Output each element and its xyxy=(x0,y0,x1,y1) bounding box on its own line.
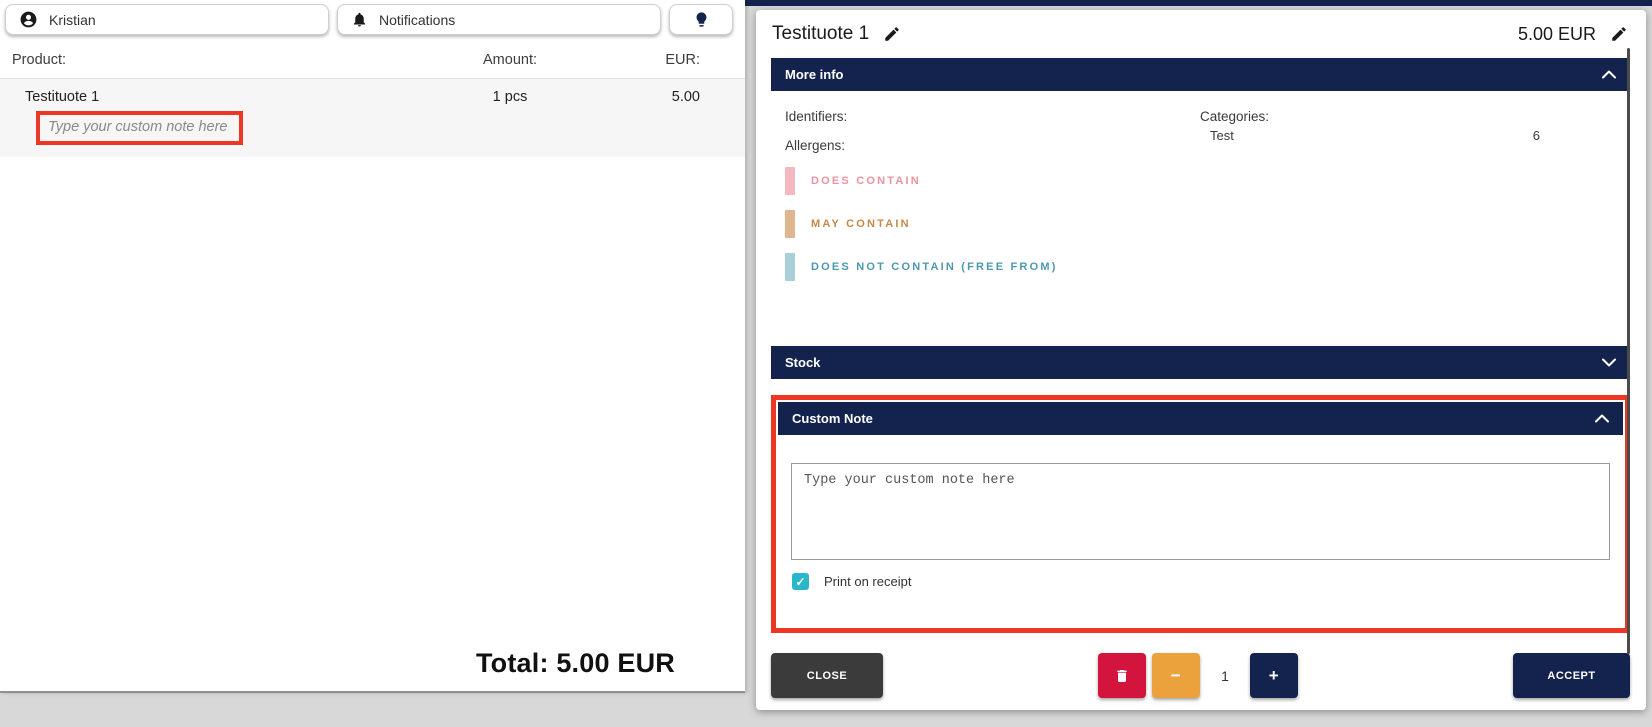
decrease-quantity-button[interactable]: − xyxy=(1152,653,1200,698)
cart-total-bar: Total: 5.00 EUR xyxy=(0,635,745,691)
user-menu-button[interactable]: Kristian xyxy=(5,4,329,35)
allergen-does-contain: DOES CONTAIN xyxy=(785,167,1200,195)
cart-item-note-placeholder: Type your custom note here xyxy=(48,119,227,135)
cart-item-row[interactable]: Testituote 1 1 pcs 5.00 Type your custom… xyxy=(0,79,745,157)
accept-button[interactable]: ACCEPT xyxy=(1513,653,1630,698)
allergen-may-contain: MAY CONTAIN xyxy=(785,210,1200,238)
lightbulb-icon xyxy=(693,11,710,28)
highlight-box-custom-note: Custom Note ✓ Print on receipt xyxy=(771,395,1630,633)
delete-button[interactable] xyxy=(1098,653,1146,698)
cart-panel: Kristian Notifications Product: Amount: … xyxy=(0,0,745,693)
category-name: Test xyxy=(1210,128,1234,143)
close-button[interactable]: CLOSE xyxy=(771,653,883,698)
custom-note-body: ✓ Print on receipt xyxy=(778,435,1623,626)
more-info-label: More info xyxy=(785,67,844,82)
top-navy-strip xyxy=(744,0,1652,6)
pencil-icon xyxy=(883,25,901,43)
modal-footer: CLOSE − 1 + ACCEPT xyxy=(756,653,1646,698)
user-icon xyxy=(19,10,38,29)
chevron-up-icon xyxy=(1602,70,1616,79)
highlight-box-cart-note: Type your custom note here xyxy=(36,111,243,145)
header-product: Product: xyxy=(0,52,430,68)
header-amount: Amount: xyxy=(430,52,590,68)
cart-table-header: Product: Amount: EUR: xyxy=(0,41,745,79)
bell-icon xyxy=(351,11,368,28)
identifiers-label: Identifiers: xyxy=(785,109,1200,124)
custom-note-textarea[interactable] xyxy=(791,463,1610,560)
accordion-custom-note-header[interactable]: Custom Note xyxy=(778,402,1623,435)
product-title: Testituote 1 xyxy=(772,23,869,45)
cart-item-amount: 1 pcs xyxy=(430,89,590,105)
category-row: Test 6 xyxy=(1200,128,1540,143)
topbar: Kristian Notifications xyxy=(0,0,745,41)
stock-label: Stock xyxy=(785,355,820,370)
chevron-up-icon xyxy=(1595,414,1609,423)
accordion-stock-header[interactable]: Stock xyxy=(771,346,1630,379)
print-on-receipt-label: Print on receipt xyxy=(824,574,911,589)
custom-note-label: Custom Note xyxy=(792,411,873,426)
notifications-label: Notifications xyxy=(379,12,455,28)
allergen-label: DOES CONTAIN xyxy=(811,175,921,187)
allergens-label: Allergens: xyxy=(785,138,1200,153)
modal-scrollbar[interactable] xyxy=(1627,48,1630,654)
product-modal: Testituote 1 5.00 EUR More info xyxy=(756,10,1646,710)
edit-price-button[interactable] xyxy=(1610,25,1628,43)
allergen-label: DOES NOT CONTAIN (FREE FROM) xyxy=(811,261,1058,273)
product-price: 5.00 EUR xyxy=(1518,24,1596,45)
accordion-more-info-header[interactable]: More info xyxy=(771,58,1630,91)
modal-title-row: Testituote 1 5.00 EUR xyxy=(756,10,1646,58)
user-name-label: Kristian xyxy=(49,12,96,28)
cart-item-price: 5.00 xyxy=(590,89,700,105)
categories-label: Categories: xyxy=(1200,109,1540,124)
allergen-color-bar xyxy=(785,167,795,195)
more-info-body: Identifiers: Allergens: DOES CONTAIN MAY… xyxy=(771,91,1630,343)
edit-name-button[interactable] xyxy=(883,25,901,43)
trash-icon xyxy=(1114,668,1130,684)
cart-item-name: Testituote 1 xyxy=(0,89,430,105)
category-count: 6 xyxy=(1533,128,1540,143)
allergen-color-bar xyxy=(785,210,795,238)
pencil-icon xyxy=(1610,25,1628,43)
quantity-value: 1 xyxy=(1200,668,1250,684)
print-on-receipt-checkbox[interactable]: ✓ xyxy=(792,573,809,590)
header-eur: EUR: xyxy=(590,52,700,68)
notifications-button[interactable]: Notifications xyxy=(337,4,661,35)
allergen-label: MAY CONTAIN xyxy=(811,218,911,230)
allergen-color-bar xyxy=(785,253,795,281)
increase-quantity-button[interactable]: + xyxy=(1250,653,1298,698)
allergen-does-not-contain: DOES NOT CONTAIN (FREE FROM) xyxy=(785,253,1200,281)
ideas-button[interactable] xyxy=(669,4,733,35)
chevron-down-icon xyxy=(1602,358,1616,367)
quantity-group: − 1 + xyxy=(1098,653,1298,698)
cart-total: Total: 5.00 EUR xyxy=(476,648,675,679)
